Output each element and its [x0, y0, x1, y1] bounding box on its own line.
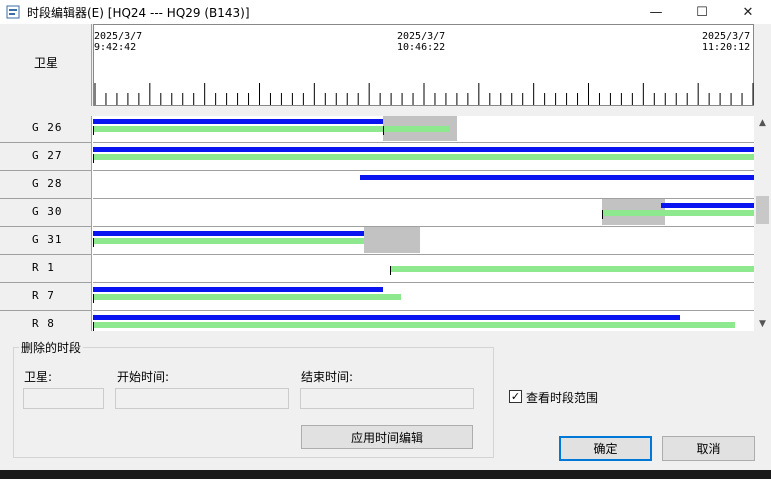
start-time-label: 开始时间:: [117, 370, 170, 384]
satellite-field[interactable]: [23, 388, 104, 409]
satellite-grid: G 26 G 27 G 28 G 30 G 31 R 1 R 7 R 8: [0, 116, 754, 331]
satellite-track[interactable]: [93, 227, 754, 255]
observation-segment-green[interactable]: [601, 210, 754, 216]
observation-segment-green[interactable]: [93, 154, 754, 160]
satellite-row[interactable]: G 27: [0, 143, 754, 171]
taskbar-strip: [0, 470, 771, 479]
scroll-thumb[interactable]: [756, 196, 769, 224]
satellite-id: R 1: [32, 261, 55, 274]
observation-segment-green[interactable]: [93, 322, 736, 328]
observation-segment-blue[interactable]: [661, 203, 754, 208]
vertical-scrollbar[interactable]: ▲ ▼: [754, 116, 771, 331]
segment-start-tick: [382, 126, 384, 135]
satellite-track[interactable]: [93, 311, 754, 331]
satellite-id: G 30: [32, 205, 63, 218]
satellite-row-label: G 30: [0, 199, 92, 227]
satellite-track[interactable]: [93, 283, 754, 311]
satellite-row-label: G 26: [0, 116, 92, 143]
observation-segment-blue[interactable]: [93, 287, 383, 292]
observation-segment-green[interactable]: [93, 126, 383, 132]
satellite-row[interactable]: R 8: [0, 311, 754, 331]
close-button[interactable]: ✕: [725, 0, 771, 24]
satellite-label: 卫星:: [24, 370, 53, 384]
satellite-row[interactable]: G 31: [0, 227, 754, 255]
cancel-button[interactable]: 取消: [662, 436, 755, 461]
satellite-id: R 7: [32, 289, 55, 302]
satellite-id: R 8: [32, 317, 55, 330]
observation-segment-green[interactable]: [390, 266, 754, 272]
satellite-row-label: R 7: [0, 283, 92, 311]
observation-segment-blue[interactable]: [93, 315, 680, 320]
satellite-id: G 27: [32, 149, 63, 162]
app-icon: [6, 5, 20, 19]
scroll-down-icon[interactable]: ▼: [754, 317, 771, 331]
observation-segment-blue[interactable]: [93, 231, 365, 236]
scroll-up-icon[interactable]: ▲: [754, 116, 771, 130]
satellite-column-label: 卫星: [33, 56, 58, 70]
minimize-button[interactable]: —: [633, 0, 679, 24]
timeline-ticks: [94, 83, 754, 105]
satellite-row[interactable]: G 26: [0, 116, 754, 143]
end-time-label: 结束时间:: [301, 370, 354, 384]
satellite-track[interactable]: [93, 143, 754, 171]
observation-segment-green[interactable]: [382, 126, 450, 132]
observation-segment-blue[interactable]: [93, 119, 383, 124]
segment-start-tick: [601, 210, 603, 219]
satellite-row-label: G 27: [0, 143, 92, 171]
timeline-ruler: 2025/3/7 9:42:42 2025/3/7 10:46:22 2025/3/…: [93, 24, 754, 106]
segment-start-tick: [93, 294, 94, 303]
deleted-segment[interactable]: [364, 227, 420, 253]
view-range-label[interactable]: 查看时段范围: [526, 389, 598, 406]
segment-start-tick: [93, 322, 94, 331]
segment-start-tick: [93, 154, 94, 163]
satellite-row[interactable]: G 30: [0, 199, 754, 227]
maximize-button[interactable]: ☐: [679, 0, 725, 24]
satellite-row-label: R 1: [0, 255, 92, 283]
satellite-id: G 31: [32, 233, 63, 246]
satellite-row-label: R 8: [0, 311, 92, 331]
apply-time-edit-button[interactable]: 应用时间编辑: [301, 425, 473, 449]
satellite-track[interactable]: [93, 116, 754, 143]
window-title: 时段编辑器(E) [HQ24 --- HQ29 (B143)]: [27, 6, 250, 20]
deleted-segments-title: 删除的时段: [19, 339, 84, 356]
satellite-id: G 26: [32, 121, 63, 134]
observation-segment-blue[interactable]: [93, 147, 754, 152]
segment-start-tick: [390, 266, 392, 275]
observation-segment-green[interactable]: [93, 294, 402, 300]
satellite-row[interactable]: G 28: [0, 171, 754, 199]
satellite-id: G 28: [32, 177, 63, 190]
ok-button[interactable]: 确定: [559, 436, 652, 461]
satellite-column-header: 卫星: [0, 24, 92, 116]
title-bar: 时段编辑器(E) [HQ24 --- HQ29 (B143)] — ☐ ✕: [0, 0, 771, 24]
observation-segment-green[interactable]: [93, 238, 365, 244]
start-time-field[interactable]: [115, 388, 289, 409]
view-range-checkbox[interactable]: ✓: [509, 390, 522, 403]
satellite-track[interactable]: [93, 171, 754, 199]
satellite-track[interactable]: [93, 199, 754, 227]
end-time-field[interactable]: [300, 388, 474, 409]
satellite-row[interactable]: R 7: [0, 283, 754, 311]
satellite-row[interactable]: R 1: [0, 255, 754, 283]
observation-segment-blue[interactable]: [360, 175, 754, 180]
satellite-row-label: G 31: [0, 227, 92, 255]
satellite-row-label: G 28: [0, 171, 92, 199]
segment-start-tick: [93, 238, 94, 247]
satellite-track[interactable]: [93, 255, 754, 283]
segment-start-tick: [93, 126, 94, 135]
